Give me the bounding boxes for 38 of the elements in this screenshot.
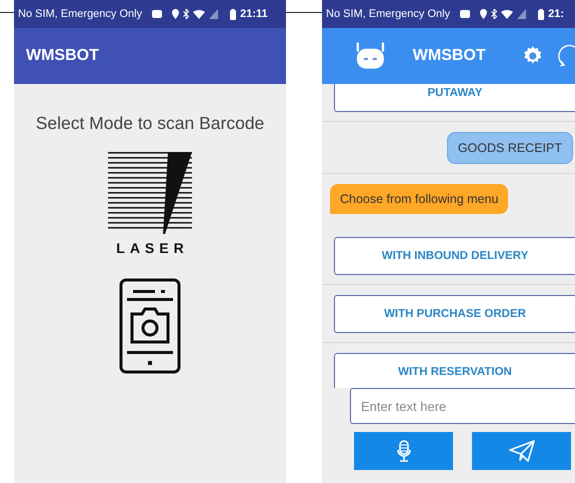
menu-option-button[interactable]: WITH RESERVATION xyxy=(334,353,575,388)
app-title: WMSBOT xyxy=(26,47,99,65)
battery-icon xyxy=(230,8,236,20)
connector-line xyxy=(0,12,14,13)
menu-option-button[interactable]: PUTAWAY xyxy=(334,84,575,112)
bot-message: Choose from following menu xyxy=(330,184,508,214)
carrier-text: No SIM, Emergency Only xyxy=(18,8,142,20)
microphone-icon xyxy=(396,440,410,462)
clock-text: 21:11 xyxy=(240,8,268,20)
app-title: WMSBOT xyxy=(412,47,486,65)
laser-mode-option[interactable]: LASER xyxy=(108,152,192,256)
bluetooth-icon xyxy=(183,9,190,19)
laser-scanner-icon xyxy=(108,152,192,234)
wifi-icon xyxy=(501,10,514,18)
laser-label: LASER xyxy=(116,240,189,256)
connector-line xyxy=(286,12,322,13)
menu-option-button[interactable]: WITH PURCHASE ORDER xyxy=(334,295,575,333)
robot-icon xyxy=(356,41,385,71)
prompt-text: Select Mode to scan Barcode xyxy=(36,113,264,134)
bluetooth-icon xyxy=(491,9,498,19)
refresh-icon[interactable] xyxy=(555,43,575,69)
phone-camera-icon[interactable] xyxy=(119,278,181,374)
clock-text: 21: xyxy=(548,8,564,20)
message-input-field[interactable]: Enter text here xyxy=(350,388,575,424)
menu-option-button[interactable]: WITH INBOUND DELIVERY xyxy=(334,237,575,275)
location-icon xyxy=(480,9,488,19)
paper-plane-icon xyxy=(508,440,534,462)
user-message: GOODS RECEIPT xyxy=(446,132,573,164)
wifi-icon xyxy=(193,10,206,18)
send-button[interactable] xyxy=(472,432,571,470)
signal-icon xyxy=(209,9,218,19)
carrier-text: No SIM, Emergency Only xyxy=(326,8,450,20)
microphone-button[interactable] xyxy=(354,432,453,470)
signal-icon xyxy=(517,9,526,19)
message-icon xyxy=(460,10,470,18)
location-icon xyxy=(172,9,180,19)
message-icon xyxy=(152,10,162,18)
battery-icon xyxy=(538,8,544,20)
